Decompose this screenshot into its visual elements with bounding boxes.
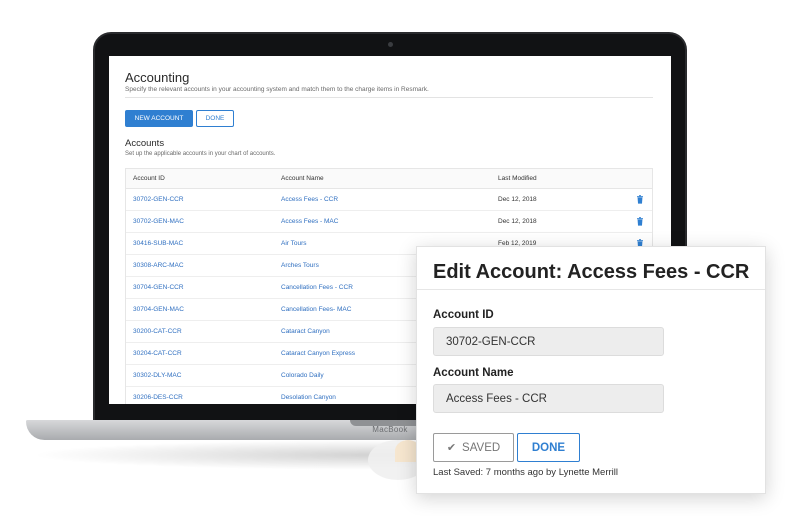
account-name-label: Account Name [433,367,514,379]
account-name-link[interactable]: Cataract Canyon [281,328,330,335]
camera-icon [388,42,393,47]
saved-label: SAVED [462,441,501,454]
column-header-account-id[interactable]: Account ID [133,175,165,182]
laptop-label: MacBook [372,425,408,434]
column-header-account-name[interactable]: Account Name [281,175,324,182]
table-header: Account ID Account Name Last Modified [126,169,652,189]
section-title: Accounts [125,138,165,149]
trash-icon[interactable] [636,195,644,204]
account-id-link[interactable]: 30302-DLY-MAC [133,372,181,379]
last-modified-text: Dec 12, 2018 [498,196,537,203]
account-id-link[interactable]: 30206-DES-CCR [133,394,183,401]
section-subtitle: Set up the applicable accounts in your c… [125,151,276,157]
account-id-link[interactable]: 30200-CAT-CCR [133,328,182,335]
stage: MacBook Accounting Specify the relevant … [0,0,786,516]
account-id-link[interactable]: 30702-GEN-CCR [133,196,184,203]
account-name-field[interactable]: Access Fees - CCR [433,384,664,413]
account-name-link[interactable]: Cancellation Fees - CCR [281,284,353,291]
check-icon: ✔ [446,442,457,454]
trash-icon[interactable] [636,217,644,226]
account-id-link[interactable]: 30702-GEN-MAC [133,218,184,225]
account-name-link[interactable]: Desolation Canyon [281,394,336,401]
new-account-button[interactable]: NEW ACCOUNT [125,110,193,127]
account-id-field[interactable]: 30702-GEN-CCR [433,327,664,356]
divider [125,97,653,98]
account-name-link[interactable]: Access Fees - MAC [281,218,338,225]
account-id-link[interactable]: 30308-ARC-MAC [133,262,184,269]
last-modified-text: Dec 12, 2018 [498,218,537,225]
account-id-label: Account ID [433,309,494,321]
dialog-title: Edit Account: Access Fees - CCR [433,261,750,283]
account-id-link[interactable]: 30204-CAT-CCR [133,350,182,357]
account-name-link[interactable]: Colorado Daily [281,372,324,379]
account-name-link[interactable]: Cancellation Fees- MAC [281,306,351,313]
account-name-link[interactable]: Arches Tours [281,262,319,269]
page-title: Accounting [125,70,190,85]
saved-button[interactable]: ✔ SAVED [433,433,514,462]
account-name-link[interactable]: Access Fees - CCR [281,196,338,203]
column-header-last-modified[interactable]: Last Modified [498,175,537,182]
dialog-divider [417,289,765,290]
account-name-link[interactable]: Air Tours [281,240,307,247]
table-row[interactable]: 30702-GEN-CCR Access Fees - CCR Dec 12, 20… [126,189,652,211]
account-id-link[interactable]: 30704-GEN-CCR [133,284,184,291]
account-id-link[interactable]: 30704-GEN-MAC [133,306,184,313]
dialog-done-button[interactable]: DONE [517,433,580,462]
account-id-link[interactable]: 30416-SUB-MAC [133,240,183,247]
table-row[interactable]: 30702-GEN-MAC Access Fees - MAC Dec 12, 20… [126,211,652,233]
page-subtitle: Specify the relevant accounts in your ac… [125,86,429,93]
done-button[interactable]: DONE [196,110,234,127]
account-name-link[interactable]: Cataract Canyon Express [281,350,355,357]
last-saved-text: Last Saved: 7 months ago by Lynette Merr… [433,467,618,478]
edit-account-dialog: Edit Account: Access Fees - CCR Account … [416,246,766,494]
